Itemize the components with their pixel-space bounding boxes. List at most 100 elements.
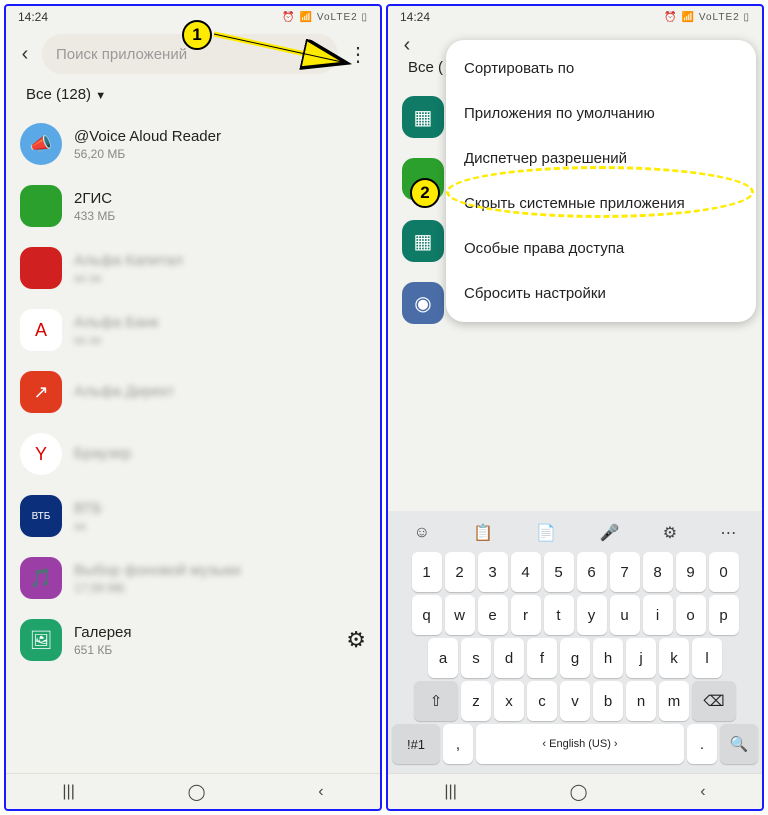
key[interactable]: d xyxy=(494,638,524,678)
key[interactable]: 4 xyxy=(511,552,541,592)
key[interactable]: u xyxy=(610,595,640,635)
menu-item[interactable]: Сбросить настройки xyxy=(446,271,756,316)
key[interactable]: m xyxy=(659,681,689,721)
app-size: хх xyxy=(74,519,366,533)
app-row[interactable]: Y Браузер xyxy=(6,423,380,485)
nav-recent-icon[interactable]: ||| xyxy=(444,783,456,801)
app-icon: 📣 xyxy=(20,123,62,165)
phone-right: 14:24 ⏰ 📶 VoLTE2 ▯ ‹ Все ( ▦ 2ГИС 433 МБ… xyxy=(386,4,764,811)
key[interactable]: 5 xyxy=(544,552,574,592)
key[interactable]: 0 xyxy=(709,552,739,592)
key[interactable]: 7 xyxy=(610,552,640,592)
key[interactable]: o xyxy=(676,595,706,635)
key[interactable]: 9 xyxy=(676,552,706,592)
kb-tool-icon[interactable]: ⋯ xyxy=(720,523,736,543)
app-icon: 🖼 xyxy=(20,619,62,661)
key[interactable]: b xyxy=(593,681,623,721)
keyboard-toolbar: ☺ 📋 📄 🎤 ⚙ ⋯ xyxy=(392,517,758,549)
menu-item[interactable]: Сортировать по xyxy=(446,46,756,91)
key[interactable]: a xyxy=(428,638,458,678)
key[interactable]: y xyxy=(577,595,607,635)
search-key[interactable]: 🔍 xyxy=(720,724,758,764)
app-row[interactable]: 🖼 Галерея 651 КБ ⚙ xyxy=(6,609,380,671)
key[interactable]: g xyxy=(560,638,590,678)
menu-item[interactable]: Приложения по умолчанию xyxy=(446,91,756,136)
app-row[interactable]: 📣 @Voice Aloud Reader 56,20 МБ xyxy=(6,113,380,175)
key[interactable]: 8 xyxy=(643,552,673,592)
app-name: Альфа Капитал xyxy=(74,252,366,269)
space-key[interactable]: ‹ English (US) › xyxy=(476,724,684,764)
app-size: хх хх xyxy=(74,271,366,285)
app-row[interactable]: A Альфа Банк хх хх xyxy=(6,299,380,361)
status-icons: ⏰ 📶 VoLTE2 ▯ xyxy=(664,12,750,23)
app-text: 2ГИС 433 МБ xyxy=(74,190,366,223)
key[interactable]: 1 xyxy=(412,552,442,592)
app-icon: ↗ xyxy=(20,371,62,413)
shift-key[interactable]: ⇧ xyxy=(414,681,458,721)
kb-tool-icon[interactable]: 📋 xyxy=(473,523,493,543)
app-name: ВТБ xyxy=(74,500,366,517)
app-text: Галерея 651 КБ xyxy=(74,624,334,657)
app-row[interactable]: ВТБ ВТБ хх xyxy=(6,485,380,547)
app-row[interactable]: Альфа Капитал хх хх xyxy=(6,237,380,299)
nav-home-icon[interactable]: ◯ xyxy=(570,782,588,802)
nav-bar: ||| ◯ ‹ xyxy=(388,773,762,809)
app-name: @Voice Aloud Reader xyxy=(74,128,366,145)
filter-dropdown[interactable]: Все (128) ▼ xyxy=(6,80,380,113)
key[interactable]: x xyxy=(494,681,524,721)
key[interactable]: p xyxy=(709,595,739,635)
kb-tool-icon[interactable]: ⚙ xyxy=(663,523,677,543)
key[interactable]: e xyxy=(478,595,508,635)
options-menu: Сортировать поПриложения по умолчаниюДис… xyxy=(446,40,756,322)
nav-recent-icon[interactable]: ||| xyxy=(62,783,74,801)
key[interactable]: z xyxy=(461,681,491,721)
chevron-down-icon: ▼ xyxy=(95,90,106,102)
key[interactable]: c xyxy=(527,681,557,721)
nav-back-icon[interactable]: ‹ xyxy=(318,783,323,801)
app-icon: ▦ xyxy=(402,220,444,262)
key[interactable]: q xyxy=(412,595,442,635)
key[interactable]: r xyxy=(511,595,541,635)
kb-tool-icon[interactable]: ☺ xyxy=(414,524,430,542)
key[interactable]: w xyxy=(445,595,475,635)
app-name: 2ГИС xyxy=(74,190,366,207)
gear-icon[interactable]: ⚙ xyxy=(346,627,366,653)
menu-item[interactable]: Особые права доступа xyxy=(446,226,756,271)
phone-left: 14:24 ⏰ 📶 VoLTE2 ▯ ‹ Поиск приложений ⋮ … xyxy=(4,4,382,811)
app-text: Выбор фоновой музыки 17,59 МБ xyxy=(74,562,366,595)
nav-home-icon[interactable]: ◯ xyxy=(188,782,206,802)
key[interactable]: f xyxy=(527,638,557,678)
symbols-key[interactable]: !#1 xyxy=(392,724,440,764)
key[interactable]: 3 xyxy=(478,552,508,592)
backspace-key[interactable]: ⌫ xyxy=(692,681,736,721)
key[interactable]: h xyxy=(593,638,623,678)
key[interactable]: 2 xyxy=(445,552,475,592)
status-bar: 14:24 ⏰ 📶 VoLTE2 ▯ xyxy=(388,6,762,28)
menu-item[interactable]: Скрыть системные приложения xyxy=(446,181,756,226)
app-text: Альфа Директ xyxy=(74,383,366,402)
key[interactable]: j xyxy=(626,638,656,678)
app-row[interactable]: 🎵 Выбор фоновой музыки 17,59 МБ xyxy=(6,547,380,609)
key[interactable]: k xyxy=(659,638,689,678)
nav-bar: ||| ◯ ‹ xyxy=(6,773,380,809)
key[interactable]: t xyxy=(544,595,574,635)
app-row[interactable]: 2ГИС 433 МБ xyxy=(6,175,380,237)
annotation-badge-1: 1 xyxy=(182,20,212,50)
app-icon: Y xyxy=(20,433,62,475)
menu-item[interactable]: Диспетчер разрешений xyxy=(446,136,756,181)
kb-tool-icon[interactable]: 🎤 xyxy=(600,523,620,543)
app-row[interactable]: ↗ Альфа Директ xyxy=(6,361,380,423)
key[interactable]: 6 xyxy=(577,552,607,592)
key[interactable]: l xyxy=(692,638,722,678)
comma-key[interactable]: , xyxy=(443,724,473,764)
kb-tool-icon[interactable]: 📄 xyxy=(536,523,556,543)
app-icon xyxy=(20,247,62,289)
app-size: 651 КБ xyxy=(74,643,334,657)
key[interactable]: v xyxy=(560,681,590,721)
key[interactable]: i xyxy=(643,595,673,635)
back-button[interactable]: ‹ xyxy=(16,43,34,66)
key[interactable]: s xyxy=(461,638,491,678)
period-key[interactable]: . xyxy=(687,724,717,764)
key[interactable]: n xyxy=(626,681,656,721)
nav-back-icon[interactable]: ‹ xyxy=(700,783,705,801)
